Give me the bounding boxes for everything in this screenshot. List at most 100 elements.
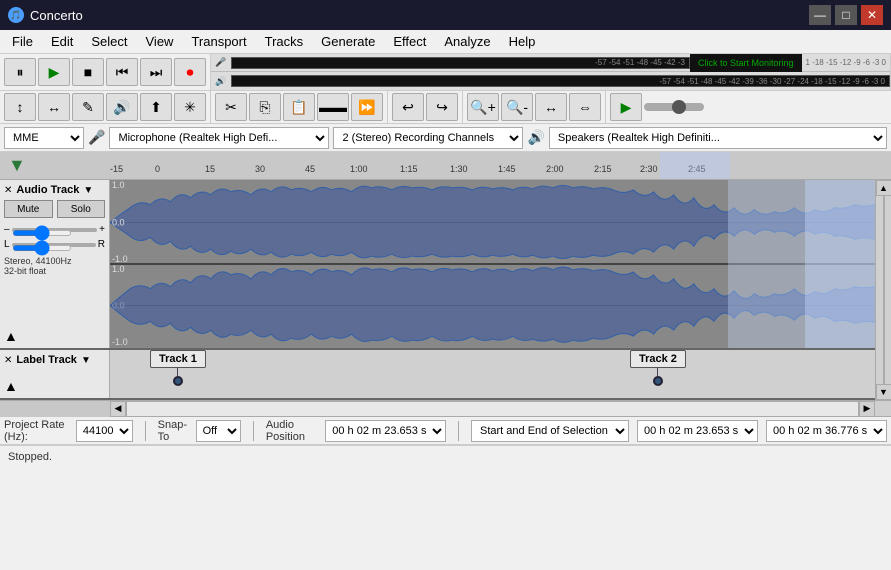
snap-to-select[interactable]: Off	[196, 420, 241, 442]
tools-row: ↕ ↔ ✎ 🔊 ⬆ ✳ ✂ ⎘ 📋 ▬▬ ⏩ ↩ ↪ 🔍+ 🔍- ↔ ⇔ ▶	[0, 91, 891, 124]
speaker-select[interactable]: Speakers (Realtek High Definiti...	[549, 127, 887, 149]
channels-select[interactable]: 2 (Stereo) Recording Channels	[333, 127, 523, 149]
menu-transport[interactable]: Transport	[183, 32, 254, 51]
vertical-scrollbar[interactable]: ▲ ▼	[875, 180, 891, 400]
label-track-close[interactable]: ✕	[4, 355, 12, 366]
waveform-area[interactable]: 1.0 0.0 -1.0 1.0 0.0 -1.0	[110, 180, 875, 348]
selection-end-input[interactable]: 00 h 02 m 36.776 s	[766, 420, 887, 442]
cut-button[interactable]: ✂	[215, 93, 247, 121]
scroll-track-v[interactable]	[883, 196, 885, 384]
tool-select-section: ↕ ↔ ✎ 🔊 ⬆ ✳	[0, 91, 211, 123]
svg-text:1:30: 1:30	[450, 164, 468, 174]
silence-button[interactable]: ▬▬	[317, 93, 349, 121]
ruler-ticks: -15 0 15 30 45 1:00 1:15 1:30 1:45 2:00 …	[110, 152, 891, 179]
menu-analyze[interactable]: Analyze	[436, 32, 498, 51]
paste-button[interactable]: 📋	[283, 93, 315, 121]
track1-stick	[177, 368, 178, 376]
status-bar: Stopped.	[0, 445, 891, 467]
timeline-arrow-area: ▼	[0, 152, 110, 179]
transport-toolbar: ⏸ ▶ ■ ⏮ ⏭ ⏺	[0, 54, 211, 90]
play-button[interactable]: ▶	[38, 58, 70, 86]
start-monitoring-button[interactable]: Click to Start Monitoring	[690, 54, 802, 72]
svg-text:1:00: 1:00	[350, 164, 368, 174]
copy-button[interactable]: ⎘	[249, 93, 281, 121]
project-rate-select[interactable]: 44100	[76, 420, 133, 442]
up-tool[interactable]: ⬆	[140, 93, 172, 121]
redo-button[interactable]: ↪	[426, 93, 458, 121]
svg-text:1:15: 1:15	[400, 164, 418, 174]
label-track-expand[interactable]: ▲	[4, 378, 105, 394]
vu-scale-top-right: 1 -18 -15 -12 -9 -6 -3 0	[802, 58, 890, 67]
host-select[interactable]: MME	[4, 127, 84, 149]
svg-text:0: 0	[155, 164, 160, 174]
menu-file[interactable]: File	[4, 32, 41, 51]
playback-volume-slider[interactable]	[644, 103, 704, 111]
track1-label: Track 1	[150, 350, 206, 386]
scroll-left-button[interactable]: ◀	[110, 401, 126, 417]
track1-flag[interactable]: Track 1	[150, 350, 206, 368]
gain-slider[interactable]	[12, 230, 72, 236]
track-expand-button[interactable]: ▲	[4, 328, 105, 344]
undo-button[interactable]: ↩	[392, 93, 424, 121]
track-info: Stereo, 44100Hz 32-bit float	[4, 256, 105, 276]
svg-text:-1.0: -1.0	[112, 337, 128, 347]
label-track-content[interactable]: Track 1 Track 2	[110, 350, 875, 398]
star-tool[interactable]: ✳	[174, 93, 206, 121]
mute-button[interactable]: Mute	[4, 200, 53, 218]
edit-section: ✂ ⎘ 📋 ▬▬ ⏩	[211, 91, 388, 123]
mic-select[interactable]: Microphone (Realtek High Defi...	[109, 127, 329, 149]
skip-back-button[interactable]: ⏮	[106, 58, 138, 86]
multi-tool[interactable]: 🔊	[106, 93, 138, 121]
zoom-out-button[interactable]: 🔍-	[501, 93, 533, 121]
scroll-right-button[interactable]: ▶	[859, 401, 875, 417]
pause-button[interactable]: ⏸	[4, 58, 36, 86]
menu-help[interactable]: Help	[501, 32, 544, 51]
draw-tool[interactable]: ✎	[72, 93, 104, 121]
fit-selection-button[interactable]: ⇔	[569, 93, 601, 121]
horizontal-scroll-row[interactable]: ◀ ▶	[0, 400, 891, 416]
audio-track-dropdown-icon[interactable]: ▼	[83, 185, 93, 196]
track2-flag[interactable]: Track 2	[630, 350, 686, 368]
project-rate-label: Project Rate (Hz):	[4, 419, 68, 443]
track-area: ✕ Audio Track ▼ Mute Solo – + L	[0, 180, 891, 400]
label-track-dropdown-icon[interactable]: ▼	[81, 355, 91, 366]
audio-position-input[interactable]: 00 h 02 m 23.653 s	[325, 420, 446, 442]
pan-slider[interactable]	[12, 245, 72, 251]
tracks-container: ✕ Audio Track ▼ Mute Solo – + L	[0, 180, 875, 400]
playback-btn[interactable]: ▶	[610, 93, 642, 121]
audio-track: ✕ Audio Track ▼ Mute Solo – + L	[0, 180, 875, 350]
solo-button[interactable]: Solo	[57, 200, 106, 218]
audio-track-close[interactable]: ✕	[4, 185, 12, 196]
track2-label: Track 2	[630, 350, 686, 386]
selection-type-select[interactable]: Start and End of Selection	[471, 420, 629, 442]
stop-button[interactable]: ■	[72, 58, 104, 86]
scroll-down-button[interactable]: ▼	[876, 384, 891, 400]
menu-effect[interactable]: Effect	[385, 32, 434, 51]
maximize-button[interactable]: □	[835, 5, 857, 25]
close-button[interactable]: ✕	[861, 5, 883, 25]
vu-bar-top: -57 -54 -51 -48 -45 -42 -3	[231, 57, 690, 69]
svg-text:-1.0: -1.0	[112, 254, 128, 264]
title-bar: 🎵 Concerto — □ ✕	[0, 0, 891, 30]
menu-edit[interactable]: Edit	[43, 32, 81, 51]
scroll-up-button[interactable]: ▲	[876, 180, 891, 196]
record-button[interactable]: ⏺	[174, 58, 206, 86]
vu-scale-bottom: -57 -54 -51 -48 -45 -42 -39 -36 -30 -27 …	[656, 77, 889, 86]
fit-project-button[interactable]: ↔	[535, 93, 567, 121]
menu-select[interactable]: Select	[83, 32, 135, 51]
selection-start-input[interactable]: 00 h 02 m 23.653 s	[637, 420, 758, 442]
cursor-tool[interactable]: ↕	[4, 93, 36, 121]
skip-fwd-button[interactable]: ⏭	[140, 58, 172, 86]
zoom-select-tool[interactable]: ↔	[38, 93, 70, 121]
scroll-track-h[interactable]	[126, 401, 859, 417]
svg-text:2:30: 2:30	[640, 164, 658, 174]
svg-text:45: 45	[305, 164, 315, 174]
zoom-in-button[interactable]: 🔍+	[467, 93, 499, 121]
menu-generate[interactable]: Generate	[313, 32, 383, 51]
minimize-button[interactable]: —	[809, 5, 831, 25]
menu-view[interactable]: View	[138, 32, 182, 51]
menu-tracks[interactable]: Tracks	[257, 32, 312, 51]
gain-plus-label: +	[99, 224, 105, 235]
trim-button[interactable]: ⏩	[351, 93, 383, 121]
label-track-name: Label Track	[16, 354, 77, 366]
